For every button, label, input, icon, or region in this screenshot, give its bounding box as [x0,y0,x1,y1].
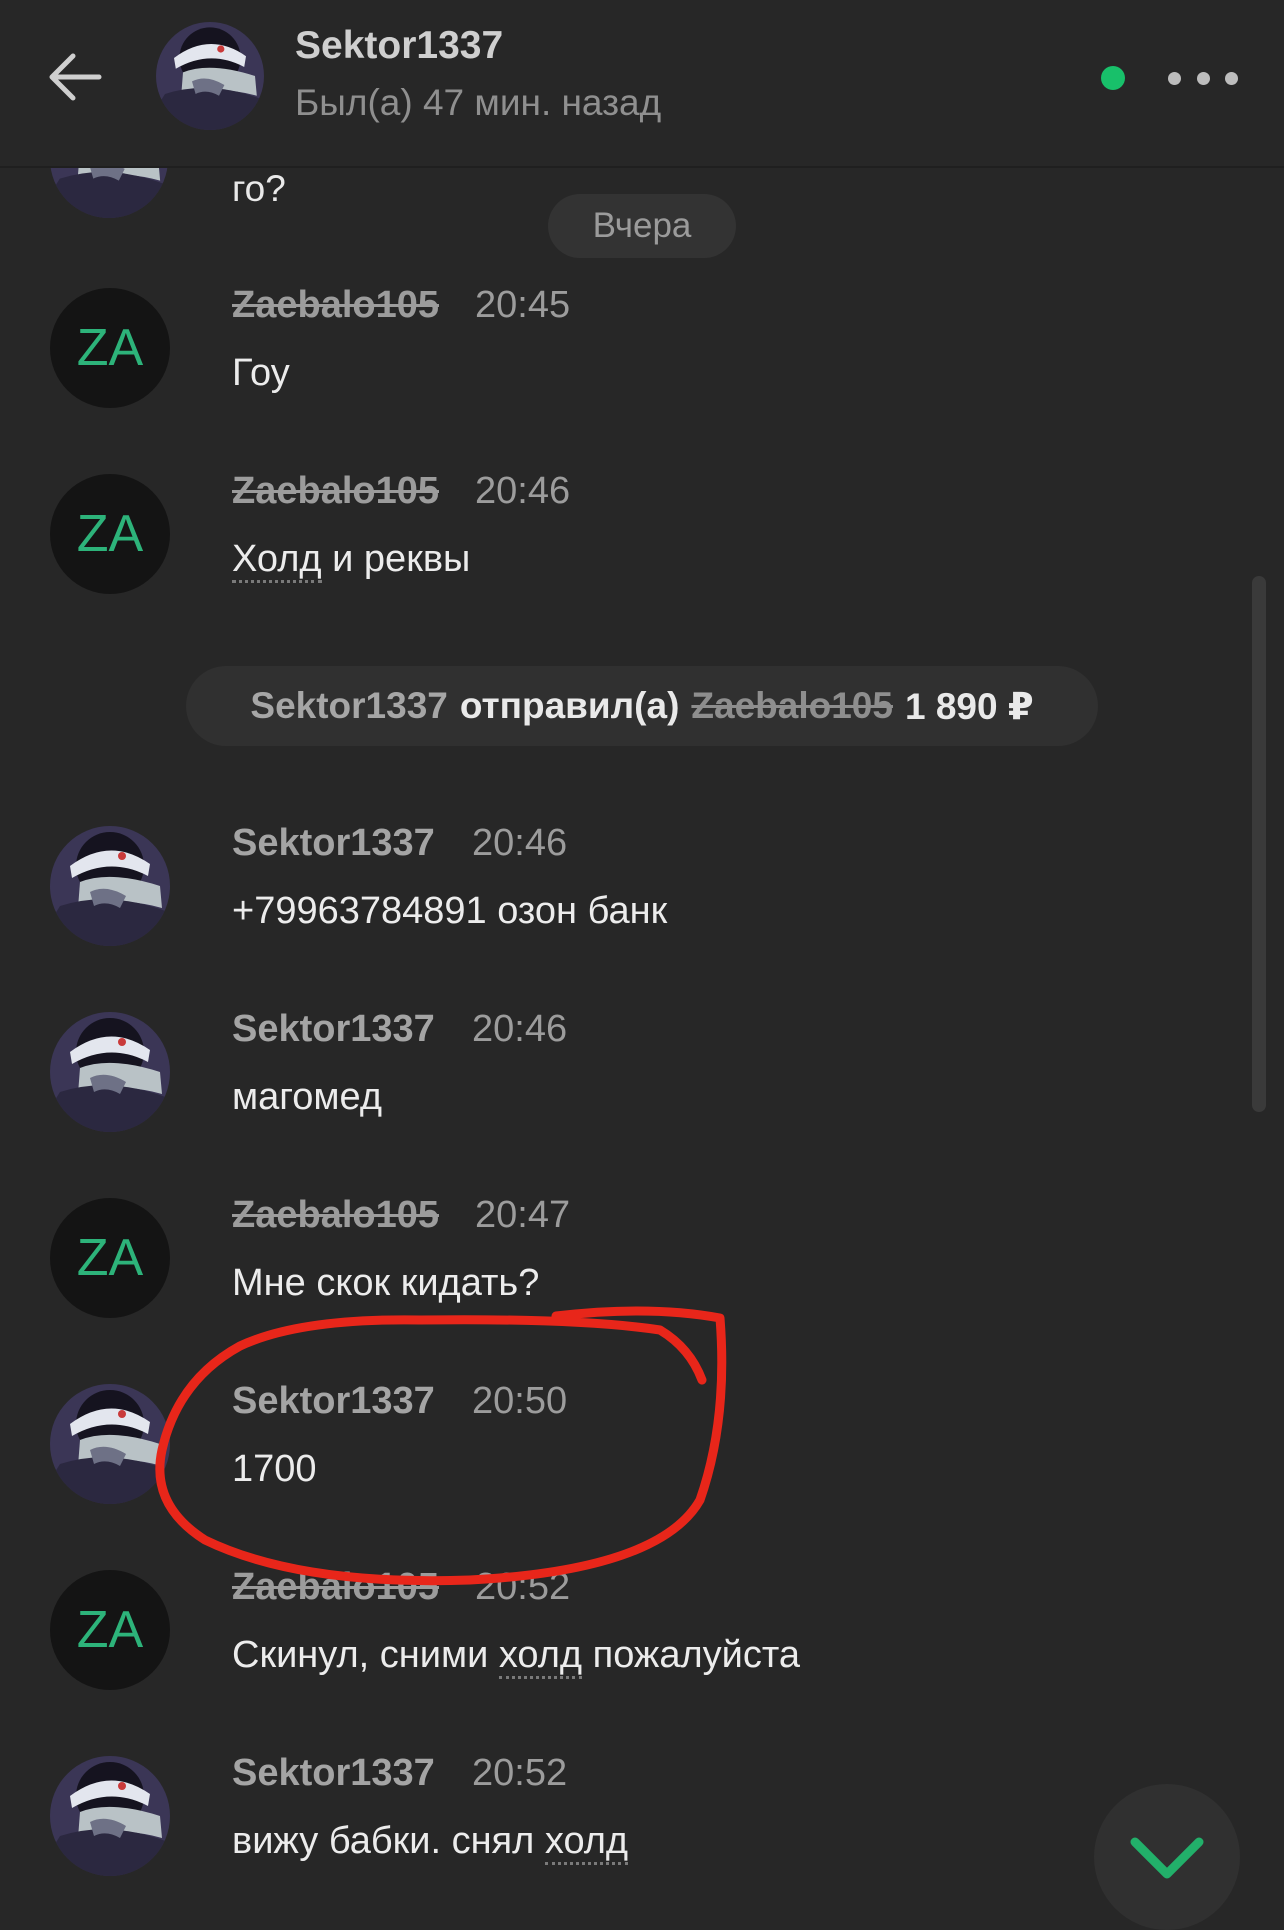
message-author[interactable]: Zaebalo105 [232,470,439,513]
back-button[interactable] [40,42,110,112]
ellipsis-icon [1168,71,1181,85]
message-text: вижу бабки. снял холд [232,1820,629,1865]
glossary-term-link[interactable]: Холд [232,538,322,583]
message-author[interactable]: Sektor1337 [232,1752,435,1795]
message-author[interactable]: Zaebalo105 [232,1194,439,1237]
message-text-part: вижу бабки. снял [232,1820,545,1862]
message-author[interactable]: Zaebalo105 [232,1566,439,1609]
contact-name[interactable]: Sektor1337 [295,24,503,68]
chat-message: ZA Zaebalo105 20:52 Скинул, сними холд п… [0,1560,1284,1710]
more-options-button[interactable] [1168,58,1238,98]
payment-verb: отправил(а) [459,685,680,726]
message-time: 20:46 [472,822,568,864]
avatar[interactable]: ZA [50,288,170,408]
message-text-part: и реквы [321,538,471,580]
message-text: го? [232,168,286,209]
contact-status: Был(а) 47 мин. назад [295,82,662,123]
payment-amount: 1 890 ₽ [904,685,1034,727]
chat-message: Sektor1337 20:50 1700 [0,1374,1284,1524]
chat-message: ZA Zaebalo105 20:46 Холд и реквы [0,464,1284,614]
message-time: 20:50 [472,1380,568,1422]
avatar[interactable] [50,1384,170,1504]
message-text: 1700 [232,1448,317,1490]
message-author[interactable]: Sektor1337 [232,822,435,865]
message-text: Мне скок кидать? [232,1262,540,1304]
avatar[interactable] [50,1012,170,1132]
ellipsis-dot [1196,71,1210,85]
message-time: 20:52 [472,1752,568,1794]
message-text: магомед [232,1076,383,1118]
payment-recipient[interactable]: Zaebalo105 [691,685,893,727]
avatar[interactable]: ZA [50,1198,170,1318]
arrow-left-icon [49,53,102,101]
message-text-part: Скинул, сними [232,1634,499,1676]
ellipsis-dot [1225,71,1238,85]
date-separator: Вчера [548,194,736,258]
message-text-part: пожалуйста [582,1634,800,1676]
message-text: Скинул, сними холд пожалуйста [232,1634,800,1679]
message-time: 20:47 [475,1194,571,1236]
chat-message: Sektor1337 20:46 магомед [0,1002,1284,1152]
payment-system-message: Sektor1337 отправил(а) Zaebalo105 1 890 … [186,666,1098,746]
chat-message: ZA Zaebalo105 20:47 Мне скок кидать? [0,1188,1284,1338]
message-time: 20:46 [475,470,571,512]
payment-sender[interactable]: Sektor1337 [250,685,447,727]
chat-message: ZA Zaebalo105 20:45 Гоу [0,278,1284,428]
avatar[interactable] [50,1756,170,1876]
contact-avatar[interactable] [156,22,264,130]
message-author[interactable]: Sektor1337 [232,1008,435,1051]
message-time: 20:52 [475,1566,571,1608]
online-indicator [1101,66,1125,90]
message-text: Холд и реквы [232,538,471,583]
chat-message: Sektor1337 20:52 вижу бабки. снял холд [0,1746,1284,1896]
glossary-term-link[interactable]: холд [544,1820,629,1865]
message-author[interactable]: Sektor1337 [232,1380,435,1423]
avatar[interactable]: ZA [50,474,170,594]
avatar[interactable] [50,826,170,946]
scroll-to-bottom-button[interactable] [1094,1784,1240,1930]
message-text: Гоу [232,352,290,394]
message-author[interactable]: Zaebalo105 [232,284,439,327]
message-time: 20:45 [475,284,571,326]
message-text: +79963784891 озон банк [232,890,668,932]
avatar[interactable]: ZA [50,1570,170,1690]
chat-message: Sektor1337 20:46 +79963784891 озон банк [0,816,1284,966]
chevron-down-icon [1130,1837,1204,1879]
chat-header: Sektor1337 Был(а) 47 мин. назад [0,0,1284,168]
message-time: 20:46 [472,1008,568,1050]
scrollbar[interactable] [1252,576,1266,1112]
glossary-term-link[interactable]: холд [498,1634,583,1679]
